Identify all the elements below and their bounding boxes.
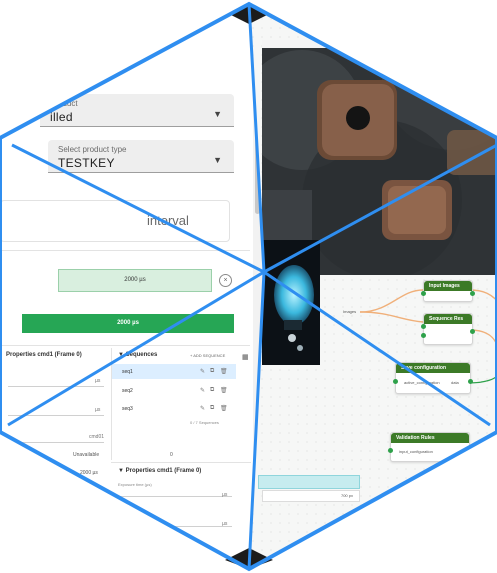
cube-edge-diagonal: [11, 143, 497, 274]
cube-edge-vertical: [247, 3, 266, 570]
hexagon-frame: [0, 0, 497, 573]
cube-edge-lower: [7, 270, 491, 427]
